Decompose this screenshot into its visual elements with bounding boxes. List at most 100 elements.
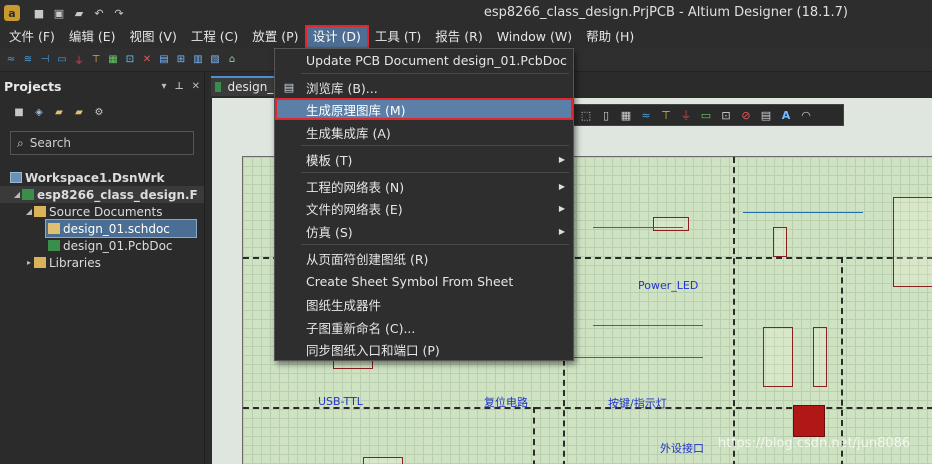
directive-icon[interactable]: ✕: [140, 53, 154, 67]
label-peripheral: 外设接口: [660, 442, 704, 455]
label-reset-circuit: 复位电路: [484, 396, 528, 409]
menu-item-create-symbol-from-sheet[interactable]: Create Sheet Symbol From Sheet: [275, 270, 573, 292]
menu-item-make-schematic-library[interactable]: 生成原理图库 (M): [275, 98, 573, 120]
panel-menu-icon[interactable]: ▾: [161, 81, 166, 92]
image-icon[interactable]: ▧: [208, 53, 222, 67]
design-menu-dropdown: Update PCB Document design_01.PcbDoc ▤ 浏…: [274, 48, 574, 361]
power-port-icon[interactable]: ⊤: [659, 108, 673, 122]
divider-line: [533, 407, 535, 464]
menu-item-create-sheet-from-symbol[interactable]: 从页面符创建图纸 (R): [275, 247, 573, 269]
power-port-icon[interactable]: ⊤: [89, 53, 103, 67]
divider-line: [841, 257, 843, 464]
sheet-entry-icon[interactable]: ⊡: [123, 53, 137, 67]
menu-item-sync-sheet-entries[interactable]: 同步图纸入口和端口 (P): [275, 338, 573, 360]
menu-separator: [301, 145, 569, 146]
schematic-component[interactable]: [653, 217, 689, 231]
folder-open-icon[interactable]: ▰: [52, 105, 66, 119]
submenu-arrow-icon: ▶: [558, 181, 565, 191]
schematic-component[interactable]: [763, 327, 793, 387]
menu-design[interactable]: 设计 (D): [304, 25, 369, 49]
part-icon[interactable]: ▦: [106, 53, 120, 67]
schematic-component[interactable]: [893, 197, 932, 287]
chevron-right-icon[interactable]: ▸: [24, 258, 34, 267]
chevron-down-icon[interactable]: ◢: [12, 190, 22, 199]
menu-file[interactable]: 文件 (F): [2, 26, 62, 48]
tree-doc-pcb[interactable]: design_01.PcbDoc: [0, 237, 204, 254]
part-icon[interactable]: ▭: [699, 108, 713, 122]
wire: [593, 325, 703, 326]
text-icon[interactable]: ▥: [191, 53, 205, 67]
menu-view[interactable]: 视图 (V): [123, 26, 184, 48]
wire-icon[interactable]: ≈: [4, 53, 18, 67]
label-usb-ttl: USB-TTL: [318, 395, 363, 408]
harness-icon[interactable]: ▤: [759, 108, 773, 122]
align-icon[interactable]: ▦: [619, 108, 633, 122]
menu-item-make-integrated-library[interactable]: 生成集成库 (A): [275, 121, 573, 143]
menu-item-rename-child-sheet[interactable]: 子图重新命名 (C)...: [275, 316, 573, 338]
menu-separator: [301, 73, 569, 74]
watermark: https://blog.csdn.net/jun8086: [718, 436, 911, 451]
bus-icon[interactable]: ≋: [21, 53, 35, 67]
ground-icon[interactable]: ⏚: [679, 108, 693, 122]
arc-icon[interactable]: ◠: [799, 108, 813, 122]
pin-icon[interactable]: ⊥: [174, 81, 183, 92]
schematic-component[interactable]: [773, 227, 787, 257]
menu-help[interactable]: 帮助 (H): [579, 26, 641, 48]
save-icon[interactable]: ■: [32, 6, 46, 20]
port-icon[interactable]: ▭: [55, 53, 69, 67]
menu-window[interactable]: Window (W): [490, 26, 579, 48]
tree-project[interactable]: ◢ esp8266_class_design.F: [0, 186, 204, 203]
open-folder-icon[interactable]: ▰: [72, 6, 86, 20]
directive-icon[interactable]: ⊘: [739, 108, 753, 122]
harness-icon[interactable]: ▤: [157, 53, 171, 67]
net-label-icon[interactable]: ⊣: [38, 53, 52, 67]
menu-item-document-netlist[interactable]: 文件的网络表 (E) ▶: [275, 197, 573, 219]
menu-item-simulate[interactable]: 仿真 (S) ▶: [275, 220, 573, 242]
menu-tools[interactable]: 工具 (T): [368, 26, 428, 48]
schematic-component[interactable]: [813, 327, 827, 387]
folder-icon: [34, 206, 46, 217]
select-area-icon[interactable]: ⬚: [579, 108, 593, 122]
settings-gear-icon[interactable]: ⚙: [92, 105, 106, 119]
menu-separator: [301, 244, 569, 245]
pcb-project-icon: [22, 189, 34, 200]
text-icon[interactable]: A: [779, 108, 793, 122]
chip-footprint[interactable]: [793, 405, 825, 437]
net-icon[interactable]: ⏚: [72, 53, 86, 67]
wire-icon[interactable]: ≈: [639, 108, 653, 122]
tree-workspace[interactable]: Workspace1.DsnWrk: [0, 169, 204, 186]
menu-item-browse-library[interactable]: ▤ 浏览库 (B)...: [275, 76, 573, 98]
save-all-icon[interactable]: ▣: [52, 6, 66, 20]
projects-search[interactable]: ⌕ Search: [10, 131, 194, 155]
submenu-arrow-icon: ▶: [558, 154, 565, 164]
schematic-component[interactable]: [363, 457, 403, 464]
projects-panel-tools: ■ ◈ ▰ ▰ ⚙: [0, 99, 204, 125]
menu-place[interactable]: 放置 (P): [245, 26, 305, 48]
menu-item-templates[interactable]: 模板 (T) ▶: [275, 148, 573, 170]
save-project-icon[interactable]: ■: [12, 105, 26, 119]
move-icon[interactable]: ▯: [599, 108, 613, 122]
menu-item-project-netlist[interactable]: 工程的网络表 (N) ▶: [275, 175, 573, 197]
bus-entry-icon[interactable]: ⊞: [174, 53, 188, 67]
tree-folder-libraries[interactable]: ▸ Libraries: [0, 254, 204, 271]
tree-folder-source[interactable]: ◢ Source Documents: [0, 203, 204, 220]
menu-edit[interactable]: 编辑 (E): [62, 26, 123, 48]
tree-doc-schematic[interactable]: design_01.schdoc: [45, 219, 197, 238]
undo-icon[interactable]: ↶: [92, 6, 106, 20]
title-bar: a ■ ▣ ▰ ↶ ↷ esp8266_class_design.PrjPCB …: [0, 0, 932, 26]
document-tab[interactable]: design_0: [211, 76, 281, 96]
menu-item-update-pcb[interactable]: Update PCB Document design_01.PcbDoc: [275, 49, 573, 71]
pcb-doc-icon: [48, 240, 60, 251]
submenu-arrow-icon: ▶: [558, 203, 565, 213]
folder-add-icon[interactable]: ▰: [72, 105, 86, 119]
chevron-down-icon[interactable]: ◢: [24, 207, 34, 216]
menu-project[interactable]: 工程 (C): [184, 26, 245, 48]
menu-reports[interactable]: 报告 (R): [428, 26, 489, 48]
close-icon[interactable]: ✕: [192, 81, 200, 92]
compile-icon[interactable]: ◈: [32, 105, 46, 119]
window-title: esp8266_class_design.PrjPCB - Altium Des…: [483, 5, 848, 20]
note-icon[interactable]: ⌂: [225, 53, 239, 67]
redo-icon[interactable]: ↷: [112, 6, 126, 20]
menu-item-sheet-to-part[interactable]: 图纸生成器件: [275, 293, 573, 315]
sheet-symbol-icon[interactable]: ⊡: [719, 108, 733, 122]
